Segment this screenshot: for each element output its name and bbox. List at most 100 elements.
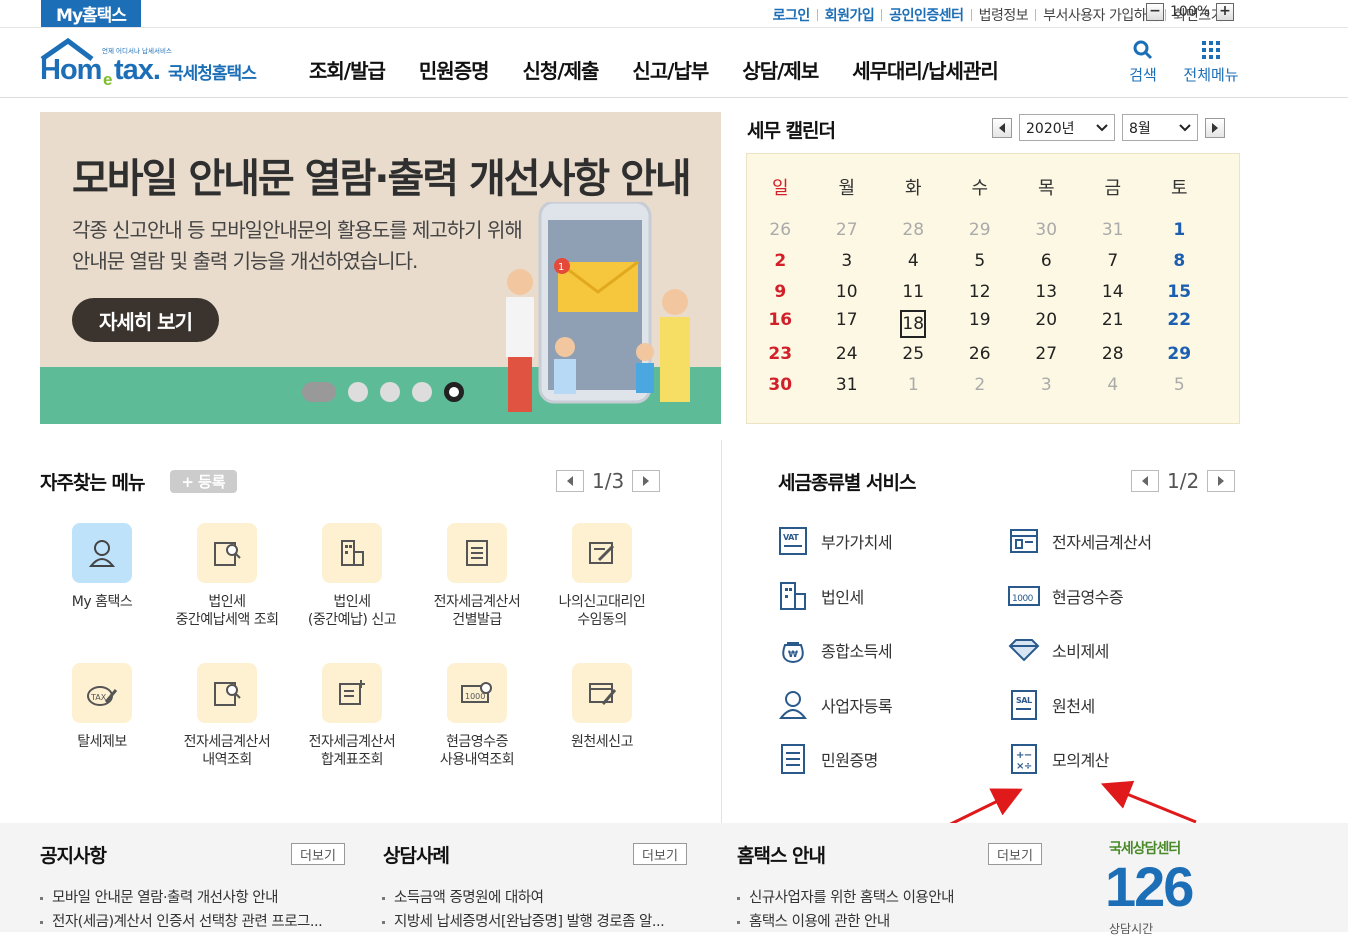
all-menu-button[interactable]: 전체메뉴 xyxy=(1178,40,1244,85)
fav-withholding-report[interactable]: 원천세신고 xyxy=(540,663,664,751)
calendar-day[interactable]: 29 xyxy=(1146,344,1213,364)
calendar-day[interactable]: 20 xyxy=(1013,310,1080,338)
calendar-day[interactable]: 15 xyxy=(1146,282,1213,302)
calendar-day[interactable]: 30 xyxy=(1013,220,1080,240)
nav-consult-report[interactable]: 상담/제보 xyxy=(725,55,835,84)
calendar-day[interactable]: 2 xyxy=(947,375,1014,395)
favorites-next-button[interactable] xyxy=(632,470,661,492)
calendar-day[interactable]: 27 xyxy=(1013,344,1080,364)
calendar-day[interactable]: 1 xyxy=(880,375,947,395)
calendar-day[interactable]: 5 xyxy=(947,251,1014,271)
calendar-day[interactable]: 4 xyxy=(1080,375,1147,395)
calendar-day[interactable]: 5 xyxy=(1146,375,1213,395)
tax-consumption[interactable]: 소비제세 xyxy=(1008,634,1109,666)
calendar-day[interactable]: 7 xyxy=(1080,251,1147,271)
calendar-day[interactable]: 24 xyxy=(814,344,881,364)
tax-prev-button[interactable] xyxy=(1131,470,1159,492)
notice-item[interactable]: 모바일 안내문 열람·출력 개선사항 안내 xyxy=(40,886,278,907)
fav-my-hometax[interactable]: My 홈택스 xyxy=(40,523,164,611)
nav-civil-certificate[interactable]: 민원증명 xyxy=(402,55,506,84)
prev-month-button[interactable] xyxy=(992,117,1012,138)
fav-einvoice-summary[interactable]: 전자세금계산서 합계표조회 xyxy=(290,663,414,769)
zoom-in-button[interactable]: + xyxy=(1216,3,1235,21)
guide-item[interactable]: 신규사업자를 위한 홈택스 이용안내 xyxy=(737,886,954,907)
calendar-day[interactable]: 3 xyxy=(814,251,881,271)
fav-tax-evasion-report[interactable]: TAX 탈세제보 xyxy=(40,663,164,751)
notice-more-button[interactable]: 더보기 xyxy=(291,843,345,865)
consult-item[interactable]: 지방세 납세증명서[완납증명] 발행 경로좀 알... xyxy=(382,910,665,931)
tax-mock-calculation[interactable]: +− ×÷ 모의계산 xyxy=(1008,743,1109,775)
nav-inquiry-issue[interactable]: 조회/발급 xyxy=(292,55,402,84)
fav-agent-consent[interactable]: 나의신고대리인 수임동의 xyxy=(540,523,664,629)
banner-detail-button[interactable]: 자세히 보기 xyxy=(72,298,219,342)
tax-income[interactable]: ₩ 종합소득세 xyxy=(777,634,893,666)
calendar-day[interactable]: 14 xyxy=(1080,282,1147,302)
fav-corp-midterm-report[interactable]: 법인세 (중간예납) 신고 xyxy=(290,523,414,629)
nav-tax-agent[interactable]: 세무대리/납세관리 xyxy=(835,55,1015,84)
calendar-day[interactable]: 31 xyxy=(814,375,881,395)
tax-next-button[interactable] xyxy=(1207,470,1236,492)
calendar-day[interactable]: 26 xyxy=(747,220,814,240)
cert-center-link[interactable]: 공인인증센터 xyxy=(882,5,970,25)
calendar-day[interactable]: 26 xyxy=(947,344,1014,364)
next-month-button[interactable] xyxy=(1205,117,1225,138)
calendar-day[interactable]: 21 xyxy=(1080,310,1147,338)
guide-more-button[interactable]: 더보기 xyxy=(988,843,1042,865)
notice-item[interactable]: 전자(세금)계산서 인증서 선택창 관련 프로그... xyxy=(40,910,323,931)
calendar-day[interactable]: 2 xyxy=(747,251,814,271)
calendar-day[interactable]: 6 xyxy=(1013,251,1080,271)
calendar-day[interactable]: 28 xyxy=(880,220,947,240)
calendar-day[interactable]: 28 xyxy=(1080,344,1147,364)
calendar-day[interactable]: 10 xyxy=(814,282,881,302)
consult-more-button[interactable]: 더보기 xyxy=(633,843,687,865)
fav-einvoice-history[interactable]: 전자세금계산서 내역조회 xyxy=(165,663,289,769)
call-center-126-banner[interactable]: 국세상담센터 126 상담시간 xyxy=(1105,838,1245,936)
tax-civil-certificate[interactable]: 민원증명 xyxy=(777,743,878,775)
search-button[interactable]: 검색 xyxy=(1123,40,1163,85)
nav-apply-submit[interactable]: 신청/제출 xyxy=(506,55,616,84)
guide-item[interactable]: 홈택스 이용에 관한 안내 xyxy=(737,910,890,931)
calendar-day[interactable]: 16 xyxy=(747,310,814,338)
pause-icon[interactable] xyxy=(444,382,464,402)
main-banner[interactable]: 모바일 안내문 열람·출력 개선사항 안내 각종 신고안내 등 모바일안내문의 … xyxy=(40,112,721,424)
calendar-day[interactable]: 23 xyxy=(747,344,814,364)
signup-link[interactable]: 회원가입 xyxy=(818,5,882,25)
pager-dot[interactable] xyxy=(412,382,432,402)
zoom-out-button[interactable]: − xyxy=(1146,3,1164,21)
tax-einvoice[interactable]: 전자세금계산서 xyxy=(1008,525,1152,557)
favorites-prev-button[interactable] xyxy=(556,470,584,492)
law-info-link[interactable]: 법령정보 xyxy=(972,5,1036,25)
calendar-day[interactable]: 1 xyxy=(1146,220,1213,240)
calendar-day[interactable]: 17 xyxy=(814,310,881,338)
tax-cash-receipt[interactable]: 1000 현금영수증 xyxy=(1008,580,1124,612)
calendar-day[interactable]: 19 xyxy=(947,310,1014,338)
pager-dot[interactable] xyxy=(348,382,368,402)
calendar-day[interactable]: 31 xyxy=(1080,220,1147,240)
calendar-day[interactable]: 27 xyxy=(814,220,881,240)
tax-business-registration[interactable]: 사업자등록 xyxy=(777,689,893,721)
fav-corp-midterm-inquiry[interactable]: 법인세 중간예납세액 조회 xyxy=(165,523,289,629)
login-link[interactable]: 로그인 xyxy=(766,5,817,25)
year-select[interactable]: 2020년 xyxy=(1019,114,1115,141)
nav-report-pay[interactable]: 신고/납부 xyxy=(615,55,725,84)
calendar-day[interactable]: 22 xyxy=(1146,310,1213,338)
calendar-day[interactable]: 3 xyxy=(1013,375,1080,395)
calendar-day[interactable]: 29 xyxy=(947,220,1014,240)
calendar-day[interactable]: 25 xyxy=(880,344,947,364)
calendar-day[interactable]: 11 xyxy=(880,282,947,302)
pager-active-indicator[interactable] xyxy=(302,382,336,402)
fav-einvoice-issue[interactable]: 전자세금계산서 건별발급 xyxy=(415,523,539,629)
consult-item[interactable]: 소득금액 증명원에 대하여 xyxy=(382,886,544,907)
tax-corporate[interactable]: 법인세 xyxy=(777,580,864,612)
calendar-day[interactable]: 13 xyxy=(1013,282,1080,302)
calendar-day-today[interactable]: 18 xyxy=(880,310,947,338)
fav-cash-receipt-history[interactable]: 1000 현금영수증 사용내역조회 xyxy=(415,663,539,769)
hometax-logo[interactable]: Hom e tax. 언제 어디서나 납세서비스 국세청홈택스 xyxy=(40,37,270,89)
my-hometax-link[interactable]: My홈택스 xyxy=(41,0,141,27)
calendar-day[interactable]: 8 xyxy=(1146,251,1213,271)
favorites-register-button[interactable]: + 등록 xyxy=(170,470,237,493)
calendar-day[interactable]: 30 xyxy=(747,375,814,395)
calendar-day[interactable]: 4 xyxy=(880,251,947,271)
tax-vat[interactable]: VAT 부가가치세 xyxy=(777,525,893,557)
tax-withholding[interactable]: SAL 원천세 xyxy=(1008,689,1095,721)
